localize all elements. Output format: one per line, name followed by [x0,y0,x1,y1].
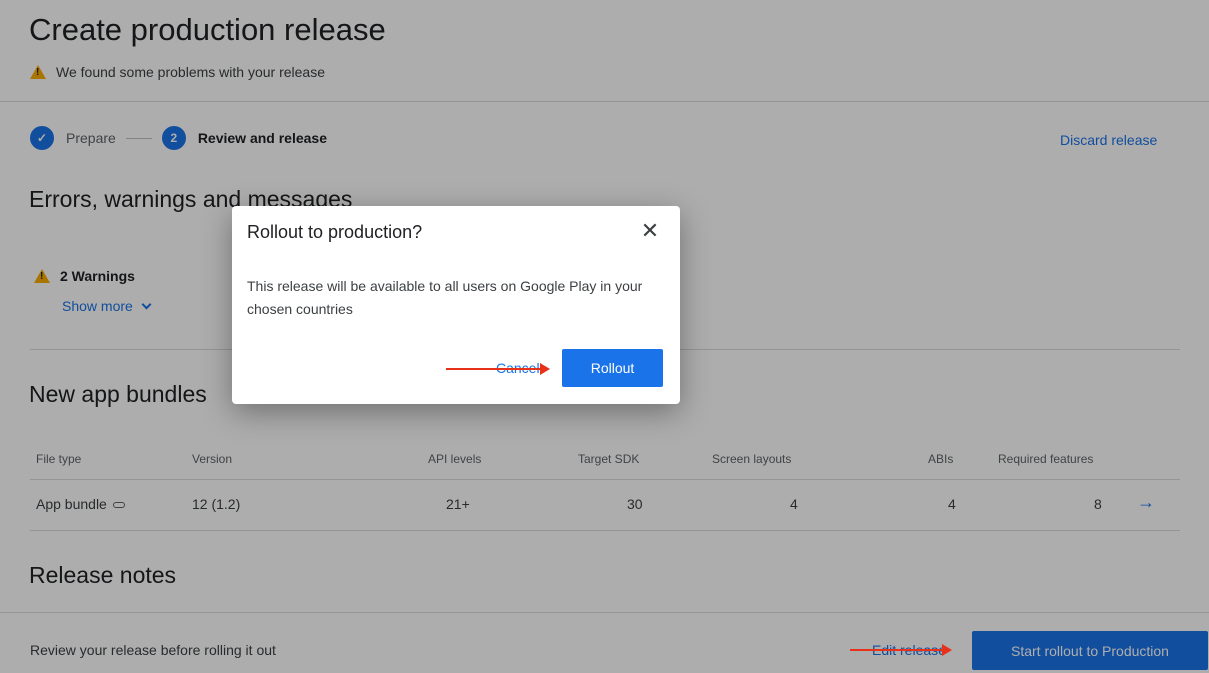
rollout-button[interactable]: Rollout [562,349,663,387]
dialog-body: This release will be available to all us… [247,278,643,317]
dialog-title: Rollout to production? [247,222,423,242]
annotation-arrow [446,363,550,375]
annotation-arrow [850,644,952,656]
close-icon[interactable]: ✕ [638,219,662,243]
rollout-dialog: Rollout to production? ✕ This release wi… [232,206,680,404]
